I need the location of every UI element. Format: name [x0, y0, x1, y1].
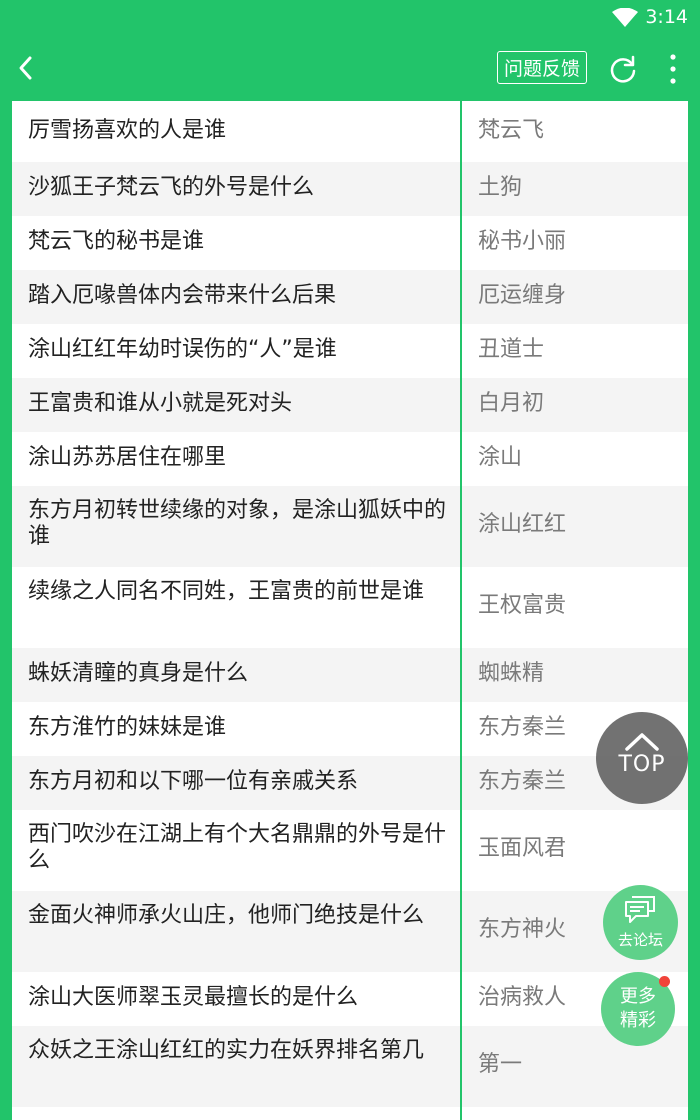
answer-cell: 梵云飞 — [478, 118, 545, 143]
wifi-icon — [612, 8, 638, 27]
forum-label: 去论坛 — [617, 931, 663, 949]
table-row: 众妖之王涂山红红的实力在妖界排名第几 第一 — [12, 1026, 688, 1107]
table-row: 蛛妖清瞳的真身是什么 蜘蛛精 — [12, 648, 688, 702]
status-time: 3:14 — [645, 6, 688, 28]
table-row: 金面火神师承火山庄，他师门绝技是什么 东方神火 — [12, 891, 688, 972]
table-row: 沙狐王子梵云飞的外号是什么 土狗 — [12, 162, 688, 216]
table-row: 续缘之人同名不同姓，王富贵的前世是谁 王权富贵 — [12, 567, 688, 648]
more-options-button[interactable] — [664, 52, 682, 86]
question-cell: 梵云飞的秘书是谁 — [28, 229, 205, 254]
table-row: 王富贵和谁从小就是死对头 白月初 — [12, 378, 688, 432]
refresh-icon — [610, 55, 636, 83]
question-cell: 东方淮竹的妹妹是谁 — [28, 715, 227, 740]
question-cell: 涂山大医师翠玉灵最擅长的是什么 — [28, 985, 359, 1010]
go-forum-button[interactable]: 去论坛 — [603, 885, 678, 960]
answer-cell: 秘书小丽 — [478, 229, 567, 254]
question-cell: 涂山苏苏居住在哪里 — [28, 445, 227, 470]
table-row: 东方月初转世续缘的对象，是涂山狐妖中的谁 涂山红红 — [12, 486, 688, 567]
table-row: 涂山大医师翠玉灵最擅长的是什么 治病救人 — [12, 972, 688, 1026]
answer-cell: 厄运缠身 — [478, 283, 567, 308]
chevron-up-icon — [625, 733, 659, 751]
table-row: 涂山苏苏居住在哪里 涂山 — [12, 432, 688, 486]
answer-cell: 白月初 — [478, 391, 545, 416]
scroll-top-button[interactable]: TOP — [596, 712, 688, 804]
question-cell: 续缘之人同名不同姓，王富贵的前世是谁 — [28, 579, 425, 604]
table-row: 东方淮竹的妹妹是谁 东方秦兰 — [12, 702, 688, 756]
answer-cell: 丑道士 — [478, 337, 545, 362]
table-row: 踏入厄喙兽体内会带来什么后果 厄运缠身 — [12, 270, 688, 324]
answer-cell: 涂山红红 — [478, 512, 567, 537]
question-cell: 众妖之王涂山红红的实力在妖界排名第几 — [28, 1038, 425, 1063]
toolbar: 问题反馈 — [0, 36, 700, 100]
answer-cell: 蜘蛛精 — [478, 661, 545, 686]
table-row: 东方月初和以下哪一位有亲戚关系 东方秦兰 — [12, 756, 688, 810]
question-cell: 西门吹沙在江湖上有个大名鼎鼎的外号是什么 — [28, 822, 447, 873]
answer-cell: 土狗 — [478, 175, 523, 200]
qa-table[interactable]: 厉雪扬喜欢的人是谁 梵云飞 沙狐王子梵云飞的外号是什么 土狗 梵云飞的秘书是谁 … — [12, 101, 688, 1120]
more-label-line2: 精彩 — [620, 1010, 656, 1031]
question-cell: 东方月初转世续缘的对象，是涂山狐妖中的谁 — [28, 498, 447, 549]
table-row: 梵云飞的秘书是谁 秘书小丽 — [12, 216, 688, 270]
table-row: 西门吹沙在江湖上有个大名鼎鼎的外号是什么 玉面风君 — [12, 810, 688, 891]
answer-cell: 王权富贵 — [478, 593, 567, 618]
more-content-button[interactable]: 更多 精彩 — [601, 970, 677, 1046]
question-cell: 沙狐王子梵云飞的外号是什么 — [28, 175, 315, 200]
more-vert-icon — [670, 54, 676, 84]
question-cell: 金面火神师承火山庄，他师门绝技是什么 — [28, 903, 425, 928]
question-cell: 王富贵和谁从小就是死对头 — [28, 391, 293, 416]
question-cell: 涂山红红年幼时误伤的“人”是谁 — [28, 337, 337, 362]
question-cell: 东方月初和以下哪一位有亲戚关系 — [28, 769, 359, 794]
feedback-button[interactable]: 问题反馈 — [497, 51, 587, 84]
question-cell: 蛛妖清瞳的真身是什么 — [28, 661, 249, 686]
back-arrow-icon — [19, 56, 32, 80]
back-button[interactable] — [10, 50, 46, 86]
answer-cell: 玉面风君 — [478, 836, 567, 861]
more-label-line1: 更多 — [620, 986, 656, 1007]
status-bar: 3:14 — [0, 0, 700, 36]
refresh-button[interactable] — [607, 53, 639, 85]
top-label: TOP — [618, 752, 666, 777]
column-divider — [460, 101, 462, 1120]
chat-bubble-icon — [625, 896, 655, 923]
table-row: 涂山红红年幼时误伤的“人”是谁 丑道士 — [12, 324, 688, 378]
answer-cell: 第一 — [478, 1052, 523, 1077]
question-cell: 踏入厄喙兽体内会带来什么后果 — [28, 283, 337, 308]
question-cell: 厉雪扬喜欢的人是谁 — [28, 118, 227, 143]
table-row: 厉雪扬喜欢的人是谁 梵云飞 — [12, 101, 688, 162]
answer-cell: 涂山 — [478, 445, 523, 470]
notification-dot — [659, 976, 670, 987]
